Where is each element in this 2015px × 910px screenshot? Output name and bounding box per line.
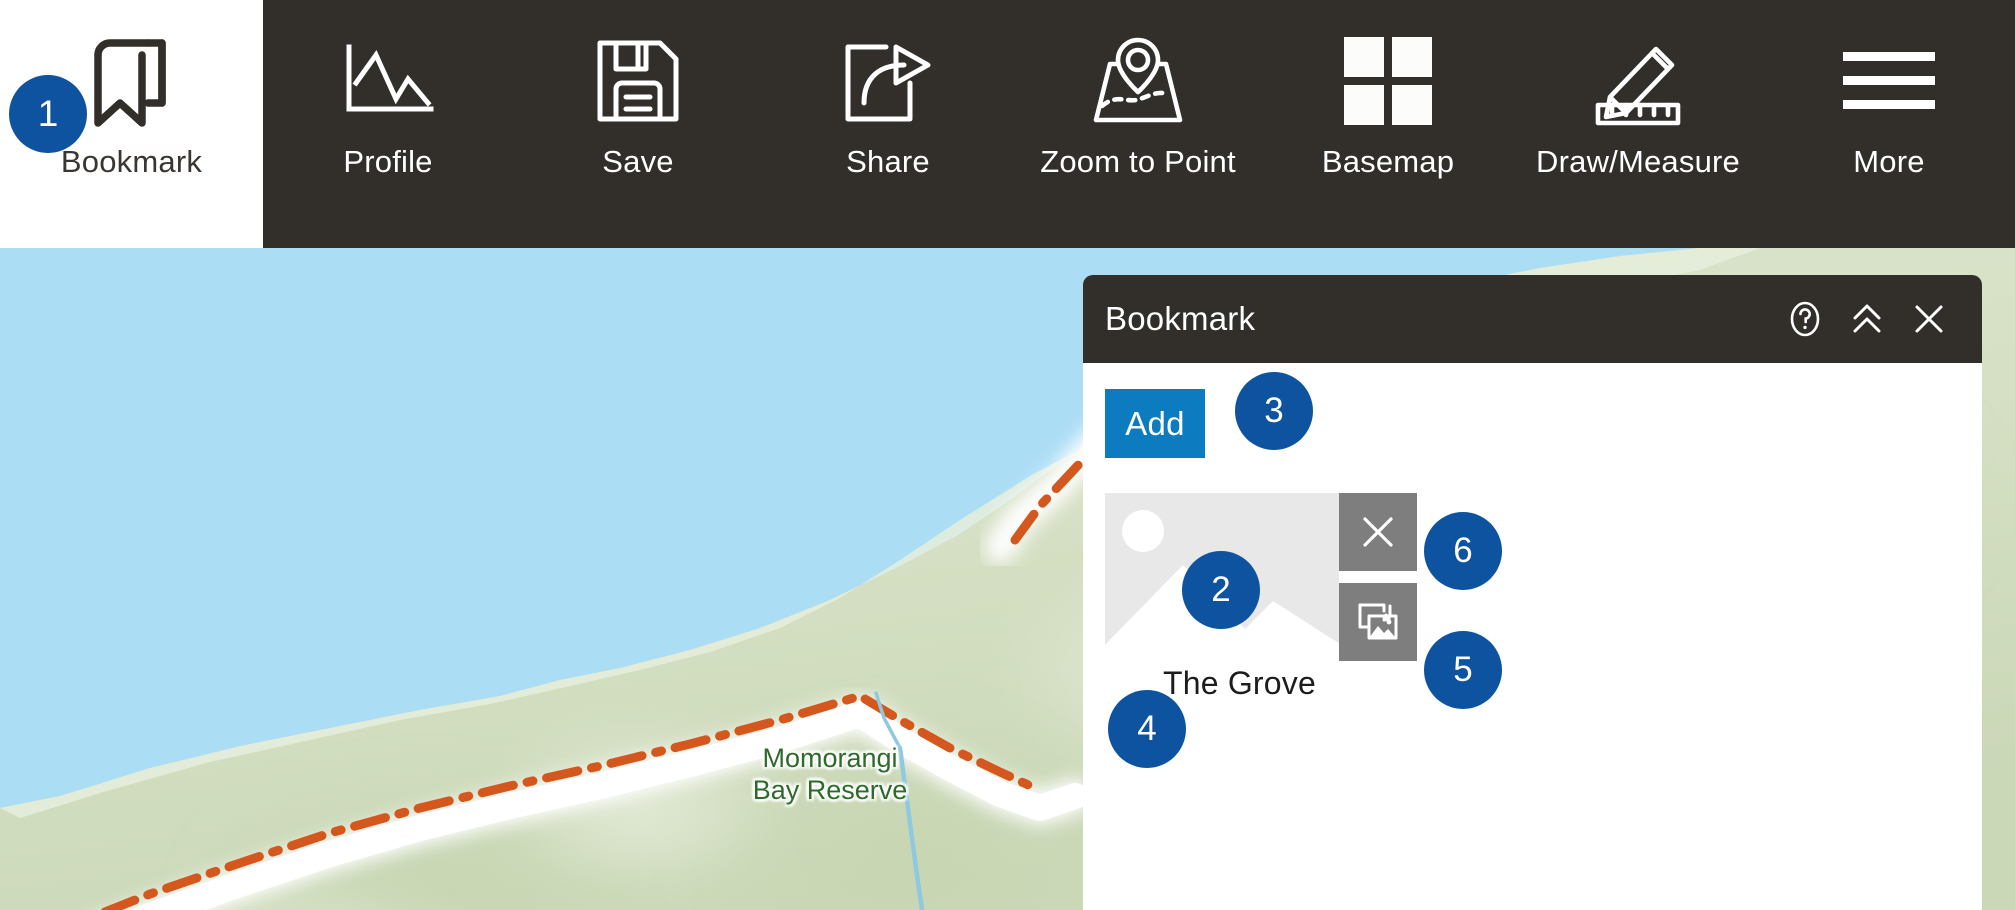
- app-root: Momorangi Bay Reserve Bookmark Profile S…: [0, 0, 2015, 910]
- toolbar-item-share[interactable]: Share: [763, 0, 1013, 248]
- toolbar-label-bookmark: Bookmark: [60, 144, 203, 179]
- toolbar-label-share: Share: [846, 144, 930, 179]
- add-bookmark-button[interactable]: Add: [1105, 389, 1205, 458]
- toolbar-item-zoom-to-point[interactable]: Zoom to Point: [1013, 0, 1263, 248]
- toolbar-label-profile: Profile: [343, 144, 433, 179]
- floppy-disk-icon: [592, 26, 684, 136]
- panel-body: Add The Grove: [1083, 363, 1982, 910]
- toolbar-item-basemap[interactable]: Basemap: [1263, 0, 1513, 248]
- toolbar-item-more[interactable]: More: [1763, 0, 2015, 248]
- toolbar-label-draw-measure: Draw/Measure: [1536, 144, 1740, 179]
- toolbar-item-save[interactable]: Save: [513, 0, 763, 248]
- double-chevron-up-icon[interactable]: [1836, 288, 1898, 350]
- line-chart-icon: [338, 26, 438, 136]
- bookmark-actions: [1339, 493, 1417, 661]
- toolbar-label-more: More: [1853, 144, 1925, 179]
- bookmark-panel: Bookmark Add The Grove: [1083, 275, 1982, 910]
- share-arrow-icon: [840, 26, 936, 136]
- grid-squares-icon: [1344, 26, 1432, 136]
- toolbar-label-basemap: Basemap: [1321, 144, 1455, 179]
- toolbar-label-save: Save: [602, 144, 674, 179]
- bookmark-thumbnail[interactable]: [1105, 493, 1339, 651]
- pencil-ruler-icon: [1590, 26, 1686, 136]
- bookmark-thumbnail-wrap: [1105, 493, 1417, 661]
- bookmark-list: The Grove: [1105, 493, 1982, 702]
- toolbar-item-draw-measure[interactable]: Draw/Measure: [1513, 0, 1763, 248]
- bookmark-name[interactable]: The Grove: [1163, 665, 1435, 702]
- delete-bookmark-button[interactable]: [1339, 493, 1417, 571]
- bookmark-icon: [82, 26, 182, 136]
- toolbar-label-zoom-to-point: Zoom to Point: [1040, 144, 1236, 179]
- main-toolbar: Bookmark Profile Save Share Zoom to Poin…: [0, 0, 2015, 248]
- panel-header: Bookmark: [1083, 275, 1982, 363]
- image-placeholder-icon: [1105, 493, 1339, 651]
- question-circle-icon[interactable]: [1774, 288, 1836, 350]
- update-thumbnail-button[interactable]: [1339, 583, 1417, 661]
- map-pin-icon: [1090, 26, 1186, 136]
- hamburger-icon: [1843, 26, 1935, 136]
- toolbar-item-profile[interactable]: Profile: [263, 0, 513, 248]
- bookmark-list-item: The Grove: [1105, 493, 1435, 702]
- toolbar-item-bookmark[interactable]: Bookmark: [0, 0, 263, 248]
- panel-title: Bookmark: [1105, 300, 1256, 337]
- close-x-icon[interactable]: [1898, 288, 1960, 350]
